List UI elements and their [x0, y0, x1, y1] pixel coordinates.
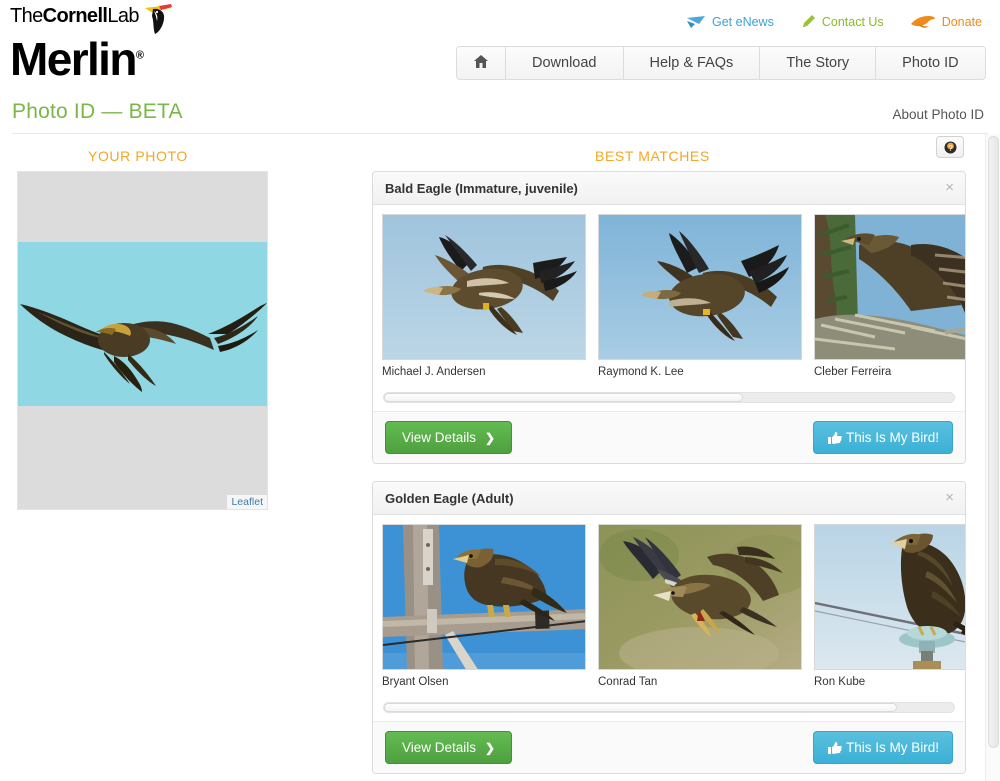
match-card-title: Bald Eagle (Immature, juvenile) [385, 180, 578, 196]
match-photo-strip[interactable]: Bryant Olsen Conrad Tan Ron Kube [373, 515, 965, 696]
eagle-in-flight-blue-sky [383, 215, 585, 359]
bird-icon [910, 16, 935, 28]
cornell-lab-wordmark: TheCornellLab [10, 4, 340, 36]
chevron-right-icon: ❯ [485, 430, 496, 445]
match-photo[interactable]: Conrad Tan [598, 524, 802, 696]
woodpecker-icon [144, 4, 172, 34]
contact-us-label: Contact Us [821, 15, 884, 29]
best-matches-list: Bald Eagle (Immature, juvenile) × Michae… [372, 171, 970, 781]
match-card-actions: View Details ❯ This Is My Bird! [373, 411, 965, 463]
home-icon [474, 55, 488, 69]
juvenile-eagle-in-nest [815, 215, 965, 359]
photo-strip-scroll-thumb[interactable] [384, 703, 897, 712]
thumbs-up-icon [827, 741, 842, 754]
match-card: Bald Eagle (Immature, juvenile) × Michae… [372, 171, 966, 464]
get-enews-link[interactable]: Get eNews [686, 15, 774, 29]
nav-item-photo-id[interactable]: Photo ID [876, 47, 985, 79]
match-card-title: Golden Eagle (Adult) [385, 490, 514, 506]
cornell-lab-merlin-logo[interactable]: TheCornellLab Merlin® [10, 4, 340, 82]
match-photo-image[interactable] [598, 214, 802, 360]
golden-eagle-flying-over-grass [599, 525, 801, 669]
soaring-eagle-photo [18, 242, 267, 406]
your-photo-viewer[interactable]: Leaflet [17, 171, 268, 510]
contact-us-link[interactable]: Contact Us [800, 14, 884, 30]
page-scrollbar[interactable] [985, 134, 1000, 781]
photo-strip-scrollbar[interactable] [383, 702, 955, 713]
match-card-header: Golden Eagle (Adult) × [373, 482, 965, 515]
thumbs-up-icon [827, 431, 842, 444]
best-matches-heading: BEST MATCHES [595, 148, 710, 164]
close-icon[interactable]: × [945, 490, 954, 505]
photo-strip-scrollbar[interactable] [383, 392, 955, 403]
match-photo-image[interactable] [382, 524, 586, 670]
registered-mark: ® [135, 49, 144, 62]
match-photo-image[interactable] [814, 214, 965, 360]
this-is-my-bird-button[interactable]: This Is My Bird! [812, 731, 953, 764]
page-title: Photo ID — BETA [12, 100, 183, 123]
help-button[interactable]: ? [936, 136, 964, 158]
view-details-label: View Details [402, 430, 477, 445]
title-divider [12, 133, 988, 134]
merlin-text: Merlin [10, 33, 137, 85]
view-details-button[interactable]: View Details ❯ [385, 421, 513, 454]
view-details-button[interactable]: View Details ❯ [385, 731, 513, 764]
page-title-row: Photo ID — BETA About Photo ID [0, 100, 1000, 134]
page-scrollbar-thumb[interactable] [988, 136, 999, 748]
photo-credit: Conrad Tan [598, 676, 658, 688]
golden-eagle-on-power-line [815, 525, 965, 669]
eagle-in-flight-blue-sky [599, 215, 801, 359]
donate-label: Donate [941, 15, 982, 29]
your-photo-heading: YOUR PHOTO [88, 148, 188, 164]
match-card-actions: View Details ❯ This Is My Bird! [373, 721, 965, 773]
utility-links: Get eNews Contact Us Donate [686, 14, 982, 30]
cornell-lab-text: TheCornellLab [10, 5, 140, 27]
match-photo[interactable]: Cleber Ferreira [814, 214, 965, 386]
photo-credit: Ron Kube [814, 676, 866, 688]
photo-credit: Cleber Ferreira [814, 366, 892, 378]
uploaded-photo-image [18, 242, 267, 406]
cornell-lab-word: Lab [107, 5, 139, 27]
match-photo-image[interactable] [598, 524, 802, 670]
get-enews-label: Get eNews [712, 15, 774, 29]
question-circle-icon: ? [944, 141, 956, 153]
photo-credit: Bryant Olsen [382, 676, 449, 688]
envelope-icon [687, 16, 705, 28]
pencil-icon [802, 15, 815, 27]
nav-item-help-faqs[interactable]: Help & FAQs [623, 47, 761, 79]
this-is-my-bird-label: This Is My Bird! [845, 740, 939, 755]
match-photo-image[interactable] [814, 524, 965, 670]
match-photo[interactable]: Ron Kube [814, 524, 965, 696]
match-photo[interactable]: Bryant Olsen [382, 524, 586, 696]
golden-eagle-on-utility-pole [383, 525, 585, 669]
this-is-my-bird-button[interactable]: This Is My Bird! [812, 421, 953, 454]
cornell-bold-text: Cornell [42, 5, 108, 27]
match-card-header: Bald Eagle (Immature, juvenile) × [373, 172, 965, 205]
about-photo-id-link[interactable]: About Photo ID [892, 107, 984, 122]
close-icon[interactable]: × [945, 180, 954, 195]
photo-id-page: TheCornellLab Merlin® Get eNews Contact … [0, 0, 1000, 781]
view-details-label: View Details [402, 740, 477, 755]
nav-item-the-story[interactable]: The Story [760, 47, 877, 79]
donate-link[interactable]: Donate [910, 14, 982, 30]
photo-strip-scroll-thumb[interactable] [384, 393, 744, 402]
match-card: Golden Eagle (Adult) × Bryant Olsen Conr… [372, 481, 966, 774]
cornell-the-text: The [10, 5, 43, 27]
photo-credit: Michael J. Andersen [382, 366, 486, 378]
chevron-right-icon: ❯ [485, 740, 496, 755]
nav-item-home[interactable] [457, 47, 506, 79]
photo-credit: Raymond K. Lee [598, 366, 684, 378]
match-photo[interactable]: Michael J. Andersen [382, 214, 586, 386]
match-photo-image[interactable] [382, 214, 586, 360]
main-navigation: Download Help & FAQs The Story Photo ID [456, 46, 986, 80]
merlin-wordmark: Merlin® [10, 36, 144, 82]
leaflet-attribution[interactable]: Leaflet [227, 495, 267, 509]
svg-text:?: ? [948, 144, 953, 153]
this-is-my-bird-label: This Is My Bird! [845, 430, 939, 445]
match-photo-strip[interactable]: Michael J. Andersen Raymond K. Lee Clebe… [373, 205, 965, 386]
match-photo[interactable]: Raymond K. Lee [598, 214, 802, 386]
nav-item-download[interactable]: Download [506, 47, 624, 79]
